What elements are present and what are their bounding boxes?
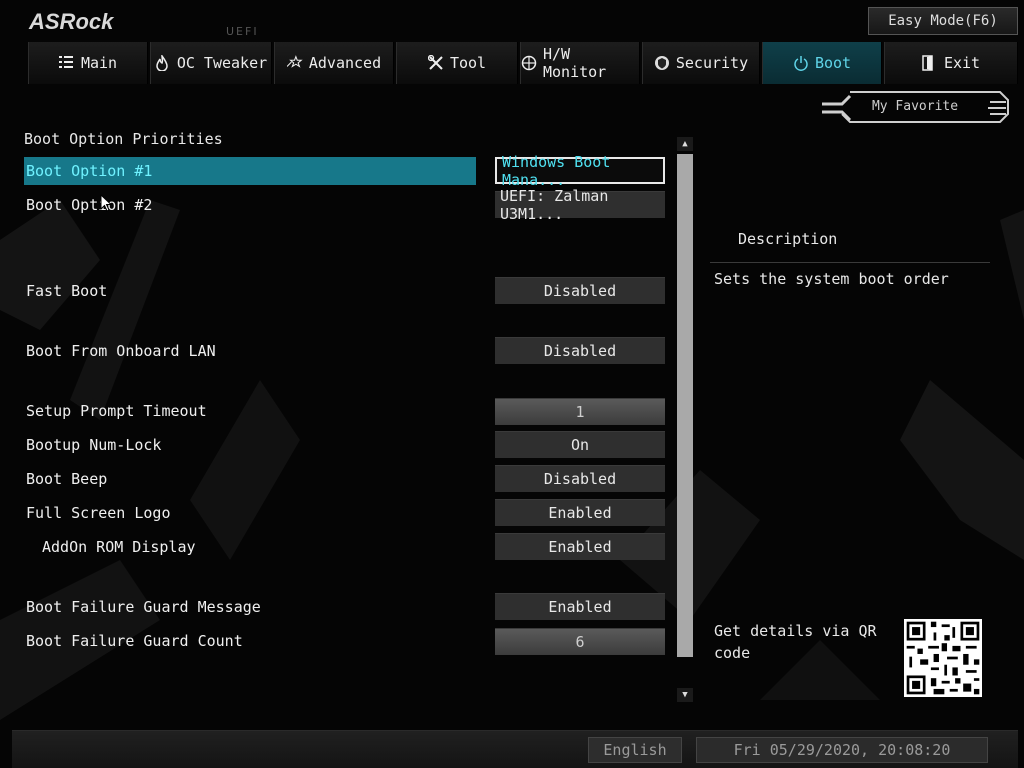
flame-icon	[155, 55, 171, 71]
power-icon	[793, 55, 809, 71]
full-screen-logo-value[interactable]: Enabled	[495, 499, 665, 526]
tab-security[interactable]: Security	[642, 42, 760, 84]
boot-option-2-value[interactable]: UEFI: Zalman U3M1...	[495, 187, 665, 223]
boot-from-lan-row[interactable]: Boot From Onboard LAN	[24, 337, 476, 365]
addon-rom-display-value[interactable]: Enabled	[495, 533, 665, 560]
date-time-display: Fri 05/29/2020, 20:08:20	[696, 737, 988, 763]
logo-text: ASRock	[28, 9, 115, 34]
qr-code-icon	[904, 619, 982, 697]
scroll-down-arrow-icon[interactable]: ▼	[677, 688, 693, 702]
boot-failure-guard-count-value[interactable]: 6	[495, 628, 665, 655]
tab-label: H/W Monitor	[543, 45, 607, 81]
description-title: Description	[738, 230, 838, 248]
boot-failure-guard-count-row[interactable]: Boot Failure Guard Count	[24, 627, 476, 655]
description-text: Sets the system boot order	[714, 270, 949, 288]
description-divider	[710, 262, 990, 263]
tab-label: Exit	[943, 54, 981, 72]
tab-exit[interactable]: Exit	[884, 42, 1018, 84]
tab-label: Tool	[449, 54, 487, 72]
mouse-cursor-icon	[100, 194, 112, 212]
list-icon	[58, 55, 75, 71]
uefi-label: UEFI	[226, 25, 259, 38]
tab-advanced[interactable]: Advanced	[274, 42, 394, 84]
bootup-numlock-row[interactable]: Bootup Num-Lock	[24, 431, 476, 459]
setup-prompt-timeout-value[interactable]: 1	[495, 398, 665, 425]
boot-failure-guard-message-value[interactable]: Enabled	[495, 593, 665, 620]
boot-from-lan-value[interactable]: Disabled	[495, 337, 665, 364]
addon-rom-display-row[interactable]: AddOn ROM Display	[24, 533, 476, 561]
tab-label: Boot	[814, 54, 852, 72]
asrock-logo: ASRock	[28, 9, 115, 34]
tab-main[interactable]: Main	[28, 42, 148, 84]
tab-hw-monitor[interactable]: H/W Monitor	[520, 42, 640, 84]
tab-tool[interactable]: Tool	[396, 42, 518, 84]
setup-prompt-timeout-row[interactable]: Setup Prompt Timeout	[24, 397, 476, 425]
fast-boot-value[interactable]: Disabled	[495, 277, 665, 304]
boot-option-2-row[interactable]: Boot Option #2	[24, 191, 476, 219]
tab-label: OC Tweaker	[176, 54, 268, 72]
fast-boot-row[interactable]: Fast Boot	[24, 277, 476, 305]
boot-option-1-value[interactable]: Windows Boot Mana...	[495, 153, 665, 189]
my-favorite-button[interactable]: My Favorite	[820, 90, 1010, 126]
scroll-thumb[interactable]	[677, 154, 693, 657]
boot-option-1-row[interactable]: Boot Option #1	[24, 157, 476, 185]
tools-icon	[427, 55, 444, 71]
boot-beep-row[interactable]: Boot Beep	[24, 465, 476, 493]
easy-mode-button[interactable]: Easy Mode(F6)	[868, 7, 1018, 35]
tab-boot[interactable]: Boot	[762, 42, 882, 84]
full-screen-logo-row[interactable]: Full Screen Logo	[24, 499, 476, 527]
shield-icon	[654, 55, 670, 71]
section-title: Boot Option Priorities	[24, 130, 223, 148]
language-selector[interactable]: English	[588, 737, 682, 763]
my-favorite-label: My Favorite	[871, 98, 959, 114]
tab-oc-tweaker[interactable]: OC Tweaker	[150, 42, 272, 84]
tab-label: Advanced	[308, 54, 382, 72]
bootup-numlock-value[interactable]: On	[495, 431, 665, 458]
settings-scrollbar[interactable]: ▲ ▼	[676, 137, 694, 703]
tab-label: Main	[80, 54, 118, 72]
tab-label: Security	[675, 54, 749, 72]
star-icon	[286, 55, 303, 71]
monitor-icon	[521, 55, 537, 71]
boot-beep-value[interactable]: Disabled	[495, 465, 665, 492]
main-tab-bar: Main OC Tweaker Advanced Tool H/W Monito…	[28, 42, 1018, 84]
exit-icon	[922, 55, 938, 71]
qr-hint-text: Get details via QR code	[714, 622, 877, 662]
boot-failure-guard-message-row[interactable]: Boot Failure Guard Message	[24, 593, 476, 621]
scroll-up-arrow-icon[interactable]: ▲	[677, 137, 693, 151]
